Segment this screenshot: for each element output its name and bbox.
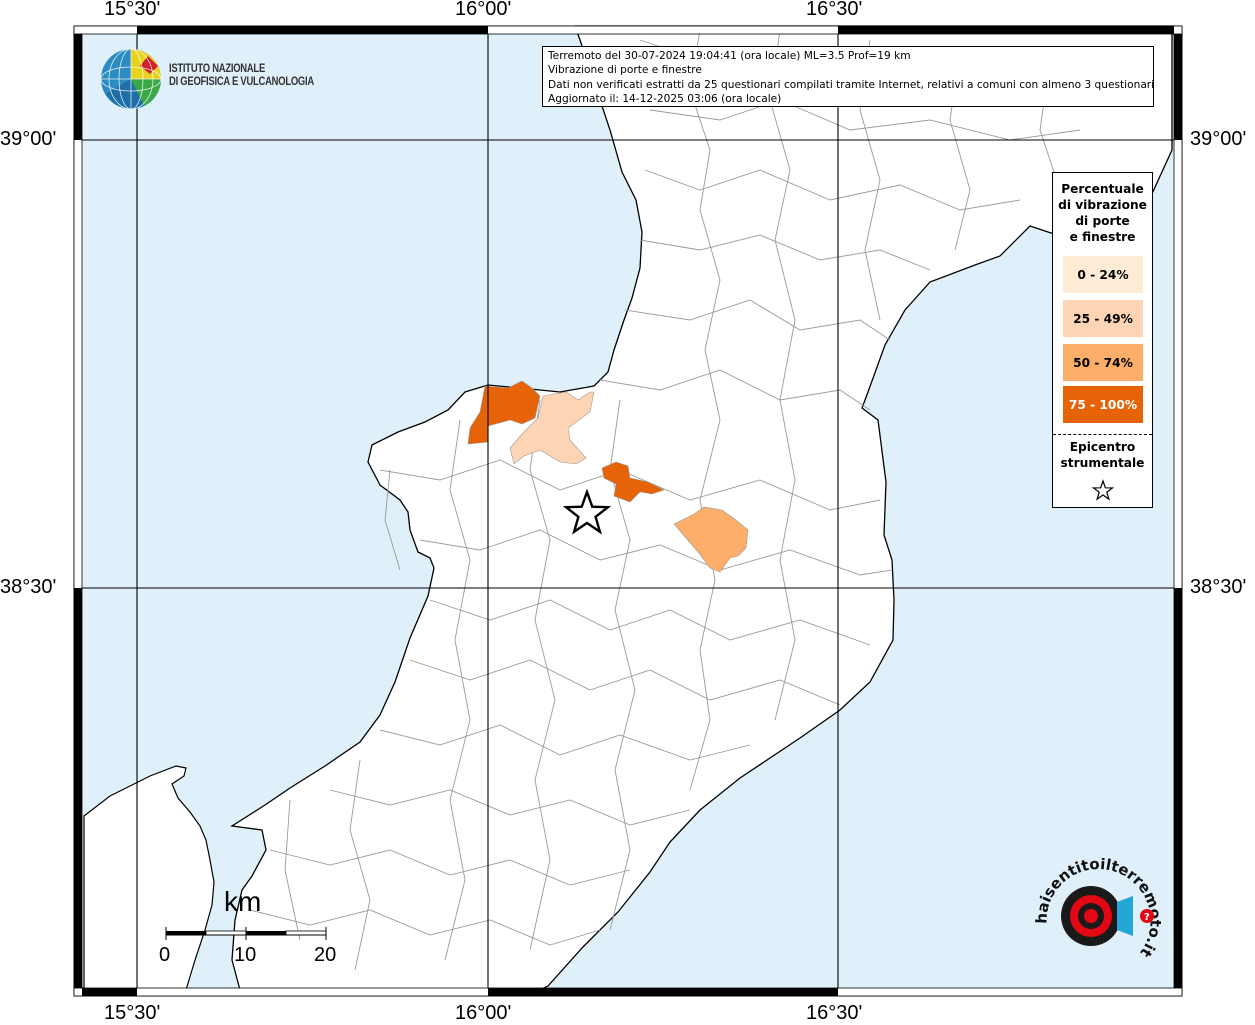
- lon-label-top-1630: 16°30': [806, 0, 863, 20]
- legend-title-line4: e finestre: [1069, 230, 1136, 244]
- legend-class-0-24: 0 - 24%: [1063, 256, 1143, 293]
- lon-label-bottom-1630: 16°30': [806, 1002, 863, 1024]
- event-info-box: Terremoto del 30-07-2024 19:04:41 (ora l…: [542, 46, 1154, 107]
- lon-label-bottom-1600: 16°00': [455, 1002, 512, 1024]
- event-info-line4: Aggiornato il: 14-12-2025 03:06 (ora loc…: [548, 93, 782, 106]
- legend-title: Percentuale di vibrazione di porte e fin…: [1053, 181, 1152, 245]
- legend-epicenter-line1: Epicentro: [1069, 440, 1136, 454]
- haisentito-logo: haisentitoilterremoto.it ?: [1025, 855, 1165, 980]
- event-info-line2: Vibrazione di porte e finestre: [548, 64, 702, 77]
- ingv-globe-icon: [100, 48, 162, 110]
- legend-title-line3: di porte: [1075, 214, 1130, 228]
- legend: Percentuale di vibrazione di porte e fin…: [1052, 172, 1153, 508]
- lon-label-top-1600: 16°00': [455, 0, 512, 20]
- lat-label-left-3830: 38°30': [0, 576, 57, 598]
- svg-text:?: ?: [1144, 912, 1150, 923]
- lat-label-right-3830: 38°30': [1190, 576, 1247, 598]
- legend-class-50-74: 50 - 74%: [1063, 344, 1143, 381]
- legend-star-icon: [1091, 479, 1115, 501]
- legend-title-line1: Percentuale: [1061, 182, 1144, 196]
- ingv-name-line1: ISTITUTO NAZIONALE: [169, 63, 265, 75]
- legend-class-25-49: 25 - 49%: [1063, 300, 1143, 337]
- scale-unit: km: [224, 886, 262, 917]
- legend-epicenter-label: Epicentro strumentale: [1053, 439, 1152, 471]
- ingv-name-line2: DI GEOFISICA E VULCANOLOGIA: [169, 76, 314, 88]
- event-info-line3: Dati non verificati estratti da 25 quest…: [548, 78, 1154, 91]
- ingv-name: ISTITUTO NAZIONALE DI GEOFISICA E VULCAN…: [169, 63, 314, 89]
- scale-tick-10: 10: [234, 944, 257, 966]
- haisentito-badge-icon: haisentitoilterremoto.it ?: [1032, 855, 1164, 961]
- lat-label-right-3900: 39°00': [1190, 128, 1247, 150]
- scale-tick-20: 20: [314, 944, 337, 966]
- lon-label-bottom-1530: 15°30': [104, 1002, 161, 1024]
- legend-title-line2: di vibrazione: [1058, 198, 1147, 212]
- lat-label-left-3900: 39°00': [0, 128, 57, 150]
- event-info-line1: Terremoto del 30-07-2024 19:04:41 (ora l…: [548, 50, 911, 62]
- legend-epicenter-line2: strumentale: [1060, 456, 1145, 470]
- lon-label-top-1530: 15°30': [104, 0, 161, 20]
- scale-tick-0: 0: [159, 944, 171, 966]
- legend-separator: [1053, 434, 1152, 435]
- ingv-logo: ISTITUTO NAZIONALE DI GEOFISICA E VULCAN…: [100, 48, 360, 112]
- legend-class-75-100: 75 - 100%: [1063, 386, 1143, 423]
